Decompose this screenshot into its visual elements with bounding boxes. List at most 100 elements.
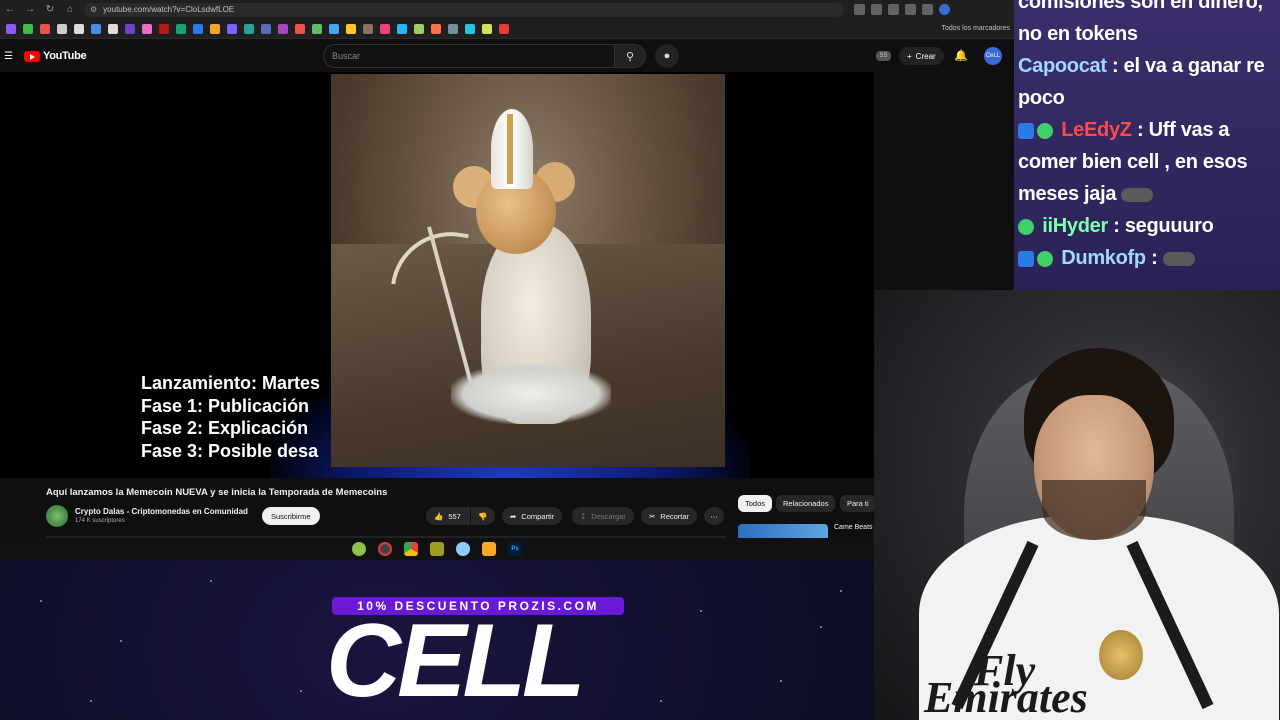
extension-icon[interactable] — [905, 4, 916, 15]
extension-icon[interactable] — [854, 4, 865, 15]
obs-icon[interactable] — [378, 542, 392, 556]
bookmark-icon[interactable] — [312, 23, 322, 34]
star — [90, 700, 92, 702]
all-bookmarks-link[interactable]: Todos los marcadores — [942, 25, 1010, 32]
chat-username: Capoocat — [1018, 55, 1107, 77]
bookmark-icon[interactable] — [23, 23, 33, 34]
extension-icon[interactable] — [922, 4, 933, 15]
search-button[interactable]: ⚲ — [614, 44, 646, 68]
forward-icon[interactable]: → — [20, 0, 40, 19]
app-icon[interactable] — [430, 542, 444, 556]
youtube-logo[interactable]: YouTube — [24, 50, 87, 62]
home-icon[interactable]: ⌂ — [60, 0, 80, 19]
caption-line: Fase 2: Explicación — [141, 418, 309, 438]
chat-text: comisiones son en dinero, no en tokens — [1018, 0, 1263, 45]
extension-icon[interactable] — [871, 4, 882, 15]
star — [820, 626, 822, 628]
bookmark-icon[interactable] — [295, 23, 305, 34]
chip-todos[interactable]: Todos — [738, 495, 773, 512]
bookmark-icon[interactable] — [380, 23, 390, 34]
bookmark-icon[interactable] — [448, 23, 458, 34]
share-button[interactable]: ➦ Compartir — [502, 507, 563, 525]
bookmark-icon[interactable] — [346, 23, 356, 34]
create-button[interactable]: + Crear — [899, 47, 944, 65]
bookmark-icon[interactable] — [261, 23, 271, 34]
clip-button[interactable]: ✂ Recortar — [641, 507, 698, 525]
profile-icon[interactable] — [939, 4, 950, 15]
streamer-beard — [1042, 480, 1146, 540]
bookmark-icon[interactable] — [244, 23, 254, 34]
bookmark-icon[interactable] — [227, 23, 237, 34]
star — [780, 680, 782, 682]
bookmark-icon[interactable] — [363, 23, 373, 34]
video-title: Aquí lanzamos la Memecoin NUEVA y se ini… — [46, 487, 388, 498]
dislike-button[interactable]: 👎 — [471, 507, 495, 525]
chat-message: Dumkofp : — [1018, 242, 1276, 274]
caption-line: Lanzamiento: Martes — [141, 373, 321, 393]
thumbs-down-icon: 👎 — [478, 511, 488, 521]
bookmark-icon[interactable] — [57, 23, 67, 34]
hamburger-menu-icon[interactable]: ☰ — [4, 51, 16, 62]
more-actions-button[interactable]: ⋯ — [704, 507, 724, 525]
url-bar[interactable]: ⚙ youtube.com/watch?v=CloLsdwfLOE — [84, 2, 844, 17]
plus-icon: + — [907, 51, 912, 61]
bookmark-icon[interactable] — [91, 23, 101, 34]
video-player[interactable]: Lanzamiento: Martes Fase 1: Publicación … — [0, 72, 874, 478]
account-avatar[interactable]: CeLL — [984, 47, 1002, 65]
bookmark-icon[interactable] — [108, 23, 118, 34]
more-dots-icon: ⋯ — [710, 511, 718, 521]
star — [210, 580, 212, 582]
create-label: Crear — [915, 51, 936, 61]
bookmark-icon[interactable] — [210, 23, 220, 34]
bookmark-icon[interactable] — [74, 23, 84, 34]
file-explorer-icon[interactable] — [482, 542, 496, 556]
bookmark-icon[interactable] — [329, 23, 339, 34]
mouse-pope-gif — [331, 74, 725, 467]
download-button[interactable]: ↧ Descargar — [572, 507, 634, 525]
bookmark-icon[interactable] — [176, 23, 186, 34]
bookmark-icon[interactable] — [142, 23, 152, 34]
bookmark-icon[interactable] — [278, 23, 288, 34]
notifications-bell-icon[interactable]: 🔔 — [954, 49, 968, 62]
sub-badge-icon — [1018, 218, 1034, 235]
search-input[interactable]: Buscar — [323, 44, 614, 68]
photoshop-icon[interactable]: Ps — [508, 542, 522, 556]
chip-for-you[interactable]: Para ti — [840, 495, 876, 512]
bookmark-icon[interactable] — [125, 23, 135, 34]
microphone-icon: ● — [663, 50, 671, 62]
extension-icon[interactable] — [888, 4, 899, 15]
channel-avatar[interactable] — [46, 505, 68, 527]
like-button[interactable]: 👍 557 — [426, 507, 470, 525]
channel-name[interactable]: Crypto Dalas - Criptomonedas en Comunida… — [75, 507, 248, 516]
site-info-icon[interactable]: ⚙ — [90, 5, 97, 14]
reload-icon[interactable]: ↻ — [40, 0, 60, 19]
bookmark-icon[interactable] — [465, 23, 475, 34]
caption-line: Fase 3: Posible desa — [141, 440, 319, 461]
bookmark-icon[interactable] — [397, 23, 407, 34]
back-icon[interactable]: ← — [0, 0, 20, 19]
star — [840, 590, 842, 592]
app-icon[interactable] — [456, 542, 470, 556]
bookmark-icon[interactable] — [414, 23, 424, 34]
club-crest — [1099, 630, 1143, 680]
chip-related[interactable]: Relacionados — [776, 495, 836, 512]
voice-search-button[interactable]: ● — [655, 44, 679, 68]
url-text: youtube.com/watch?v=CloLsdwfLOE — [103, 5, 235, 14]
bookmark-icon[interactable] — [499, 23, 509, 34]
chat-username: LeEdyZ — [1061, 119, 1132, 141]
recommendation-thumbnail[interactable] — [738, 524, 828, 538]
app-icon[interactable] — [352, 542, 366, 556]
mouse-robe-hem — [451, 364, 611, 424]
chrome-icon[interactable] — [404, 542, 418, 556]
bookmark-icon[interactable] — [40, 23, 50, 34]
subscribe-button[interactable]: Suscribirme — [262, 507, 320, 525]
chat-text: : — [1151, 247, 1158, 269]
mitre-band — [507, 114, 513, 184]
bookmark-icon[interactable] — [431, 23, 441, 34]
bookmark-icon[interactable] — [482, 23, 492, 34]
chat-message: iiHyder : seguuuro — [1018, 210, 1276, 242]
bookmark-icon[interactable] — [193, 23, 203, 34]
bookmark-icon[interactable] — [159, 23, 169, 34]
ss-badge[interactable]: SS — [876, 51, 891, 61]
bookmark-icon[interactable] — [6, 23, 16, 34]
